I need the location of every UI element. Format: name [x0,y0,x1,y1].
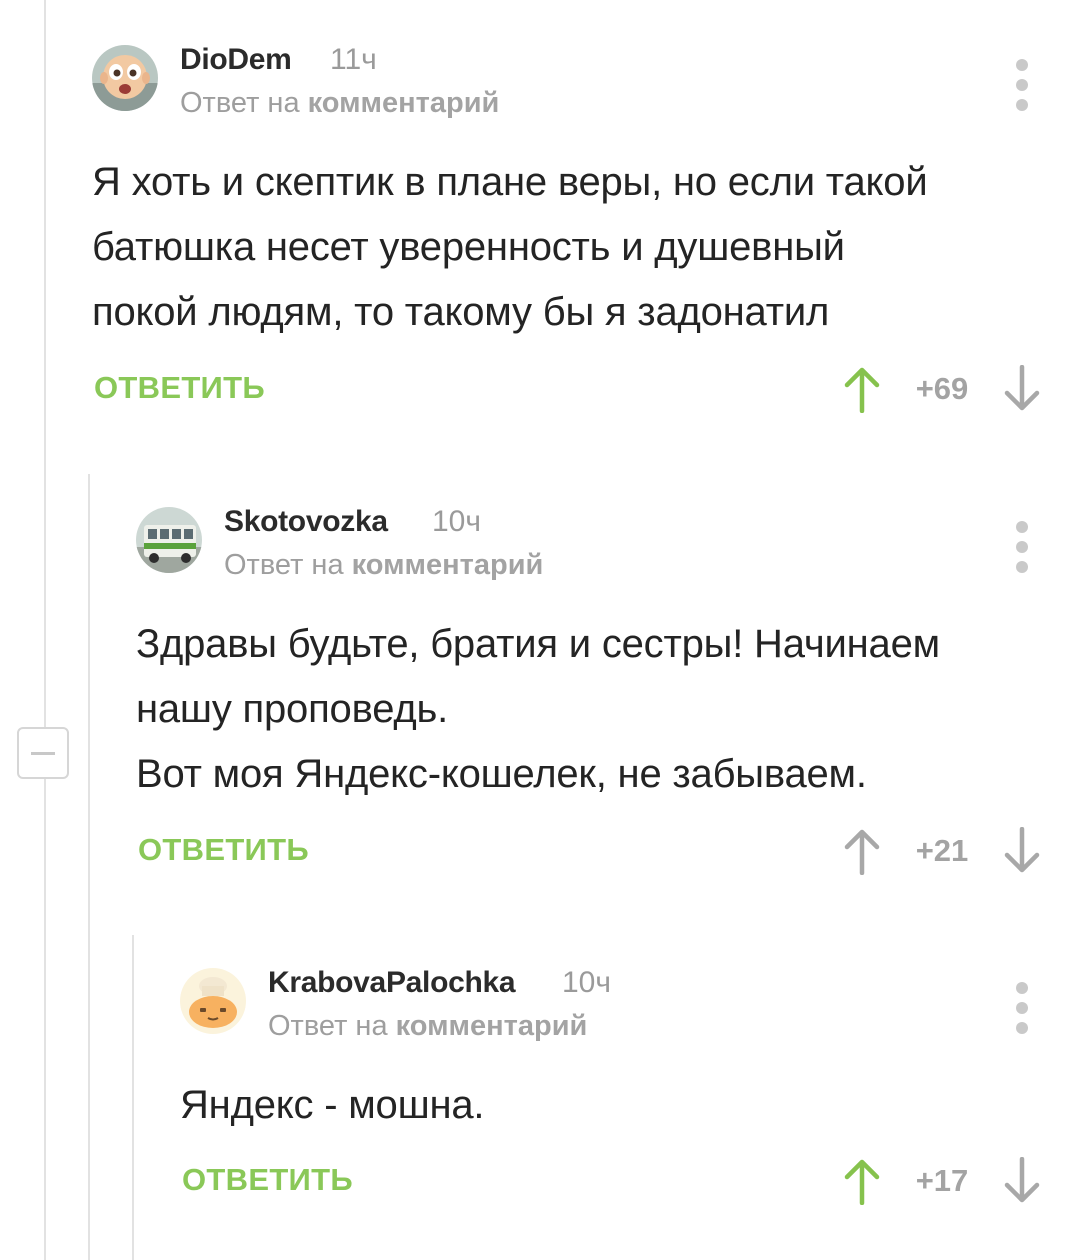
rating-value: +17 [915,1163,969,1198]
reply-button[interactable]: ОТВЕТИТЬ [94,370,265,406]
username[interactable]: KrabovaPalochka [268,966,516,1000]
reply-to-info: Ответ на комментарий [268,1010,587,1043]
reply-to-prefix: Ответ на [224,549,344,581]
bus-avatar-icon [136,507,202,573]
collapse-thread-button[interactable] [17,727,69,779]
comment-body: Я хоть и скептик в плане веры, но если т… [92,150,928,345]
reply-to-prefix: Ответ на [180,87,300,119]
reply-button[interactable]: ОТВЕТИТЬ [138,832,309,868]
reply-to-info: Ответ на комментарий [180,87,499,120]
comment: DioDem 11ч Ответ на комментарий Я хоть и… [92,43,1080,425]
comment-body: Яндекс - мошна. [180,1073,485,1138]
reply-to-link[interactable]: комментарий [308,87,500,119]
comment-body-line: Яндекс - мошна. [180,1083,485,1127]
username[interactable]: Skotovozka [224,505,388,539]
thread-line-level-3 [132,935,134,1260]
comment: Skotovozka 10ч Ответ на комментарий Здра… [136,505,1080,887]
thread-line-level-1 [44,0,46,1260]
comment: KrabovaPalochka 10ч Ответ на комментарий… [180,966,1080,1228]
chef-avatar-icon [180,968,246,1034]
reply-to-link[interactable]: комментарий [352,549,544,581]
username[interactable]: DioDem [180,43,292,77]
comment-body-line: батюшка несет уверенность и душевный [92,225,845,269]
comment-body-line: Вот моя Яндекс-кошелек, не забываем. [136,752,867,796]
comment-time: 10ч [562,966,611,999]
avatar[interactable] [180,968,246,1034]
rating-value: +21 [915,833,969,868]
comment-body-line: нашу проповедь. [136,687,449,731]
downvote-arrow-icon[interactable] [1002,1157,1042,1205]
downvote-arrow-icon[interactable] [1002,365,1042,413]
reply-to-prefix: Ответ на [268,1010,388,1042]
reply-to-info: Ответ на комментарий [224,549,543,582]
comment-body-line: покой людям, то такому бы я задонатил [92,290,830,334]
baby-avatar-icon [92,45,158,111]
rating-value: +69 [915,371,969,406]
comment-body-line: Здравы будьте, братия и сестры! Начинаем [136,622,940,666]
comment-time: 10ч [432,505,481,538]
comment-time: 11ч [330,43,377,76]
more-options-icon[interactable] [1002,517,1042,577]
avatar[interactable] [136,507,202,573]
thread-line-level-2 [88,474,90,1260]
upvote-arrow-icon[interactable] [842,827,882,875]
downvote-arrow-icon[interactable] [1002,827,1042,875]
comment-body: Здравы будьте, братия и сестры! Начинаем… [136,612,940,807]
upvote-arrow-icon[interactable] [842,1157,882,1205]
reply-button[interactable]: ОТВЕТИТЬ [182,1162,353,1198]
minus-icon [31,752,55,755]
comment-body-line: Я хоть и скептик в плане веры, но если т… [92,160,928,204]
avatar[interactable] [92,45,158,111]
more-options-icon[interactable] [1002,978,1042,1038]
upvote-arrow-icon[interactable] [842,365,882,413]
more-options-icon[interactable] [1002,55,1042,115]
reply-to-link[interactable]: комментарий [396,1010,588,1042]
